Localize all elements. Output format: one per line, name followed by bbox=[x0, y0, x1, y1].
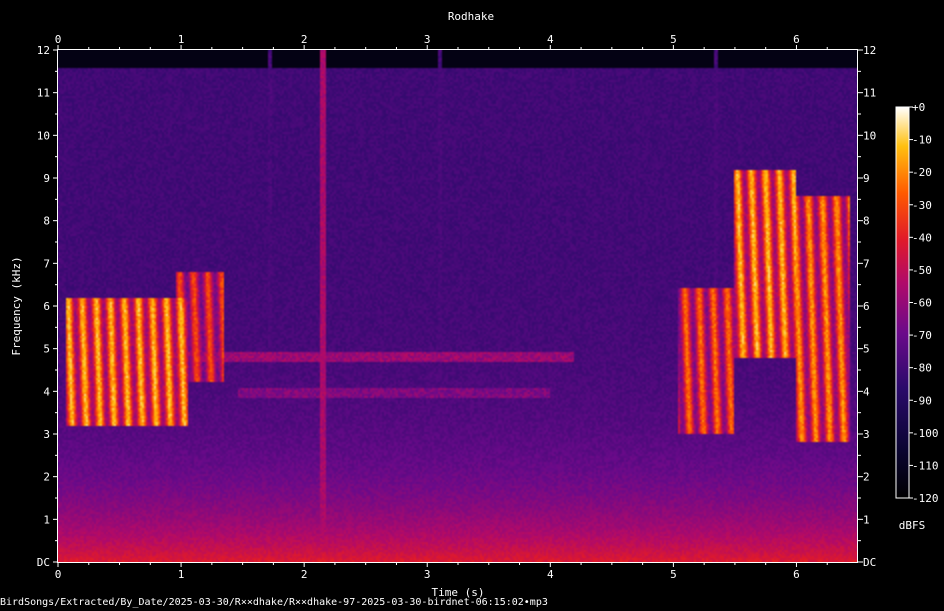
source-file-path: BirdSongs/Extracted/By_Date/2025-03-30/R… bbox=[0, 597, 548, 608]
y-tick-label: 10 bbox=[37, 129, 50, 142]
y-tick-label: 12 bbox=[863, 44, 876, 57]
colorbar-tick-label: -10 bbox=[912, 134, 932, 147]
colorbar-tick-label: -50 bbox=[912, 264, 932, 277]
y-tick-label: 1 bbox=[863, 513, 870, 526]
colorbar-tick-label: -70 bbox=[912, 329, 932, 342]
colorbar-tick-label: -110 bbox=[912, 459, 939, 472]
x-axis-top: 0 1 2 3 4 5 6 bbox=[55, 33, 828, 50]
y-tick-label: 5 bbox=[863, 343, 870, 356]
x-tick-label: 3 bbox=[424, 568, 431, 581]
y-tick-label: 4 bbox=[43, 385, 50, 398]
y-tick-label: 2 bbox=[863, 471, 870, 484]
colorbar-tick-label: -90 bbox=[912, 394, 932, 407]
spectrogram-chart: Rodhake 0123456 0123456 DC12345678910111… bbox=[10, 10, 939, 599]
y-axis-left: DC123456789101112 bbox=[37, 44, 58, 569]
x-tick-label: 0 bbox=[55, 568, 62, 581]
colorbar-tick-label: -120 bbox=[912, 492, 939, 505]
colorbar-ticks: +0 -10 -20 -30 -40 -50 -60 -70 -80 -90 -100 -110 -12… bbox=[909, 101, 939, 505]
y-tick-label: 10 bbox=[863, 129, 876, 142]
x-tick-label: 4 bbox=[547, 568, 554, 581]
y-tick-label: 2 bbox=[43, 471, 50, 484]
y-tick-label: 7 bbox=[43, 257, 50, 270]
y-tick-label: 9 bbox=[43, 172, 50, 185]
x-tick-label: 0 bbox=[55, 33, 62, 46]
y-tick-label: 9 bbox=[863, 172, 870, 185]
y-tick-label: 5 bbox=[43, 343, 50, 356]
y-axis-label: Frequency (kHz) bbox=[10, 256, 23, 355]
y-tick-label: 12 bbox=[37, 44, 50, 57]
y-tick-label: DC bbox=[37, 556, 50, 569]
chart-title: Rodhake bbox=[448, 10, 494, 23]
y-tick-label: 3 bbox=[863, 428, 870, 441]
x-tick-label: 1 bbox=[178, 33, 185, 46]
colorbar-tick-label: -60 bbox=[912, 297, 932, 310]
y-tick-label: 1 bbox=[43, 513, 50, 526]
colorbar-tick-label: -80 bbox=[912, 362, 932, 375]
x-tick-label: 1 bbox=[178, 568, 185, 581]
colorbar-tick-label: -30 bbox=[912, 199, 932, 212]
x-axis-bottom: 0 1 2 3 4 5 6 bbox=[55, 562, 828, 581]
x-tick-label: 5 bbox=[670, 33, 677, 46]
y-tick-label: 11 bbox=[37, 87, 50, 100]
y-tick-label: 8 bbox=[43, 215, 50, 228]
colorbar bbox=[895, 106, 910, 499]
y-tick-label: 11 bbox=[863, 87, 876, 100]
x-tick-label: 6 bbox=[793, 568, 800, 581]
spectrogram-heatmap bbox=[58, 50, 858, 562]
x-tick-label: 3 bbox=[424, 33, 431, 46]
colorbar-tick-label: +0 bbox=[912, 101, 925, 114]
x-tick-label: 2 bbox=[301, 33, 308, 46]
y-tick-label: 7 bbox=[863, 257, 870, 270]
x-tick-label: 4 bbox=[547, 33, 554, 46]
x-tick-label: 2 bbox=[301, 568, 308, 581]
y-axis-right: DC123456789101112 bbox=[858, 44, 876, 569]
y-tick-label: DC bbox=[863, 556, 876, 569]
colorbar-tick-label: -100 bbox=[912, 427, 939, 440]
y-tick-label: 6 bbox=[43, 300, 50, 313]
x-tick-label: 5 bbox=[670, 568, 677, 581]
x-tick-label: 6 bbox=[793, 33, 800, 46]
y-tick-label: 3 bbox=[43, 428, 50, 441]
y-tick-label: 8 bbox=[863, 215, 870, 228]
colorbar-label: dBFS bbox=[899, 519, 926, 532]
y-tick-label: 6 bbox=[863, 300, 870, 313]
colorbar-tick-label: -40 bbox=[912, 231, 932, 244]
colorbar-tick-label: -20 bbox=[912, 166, 932, 179]
y-tick-label: 4 bbox=[863, 385, 870, 398]
